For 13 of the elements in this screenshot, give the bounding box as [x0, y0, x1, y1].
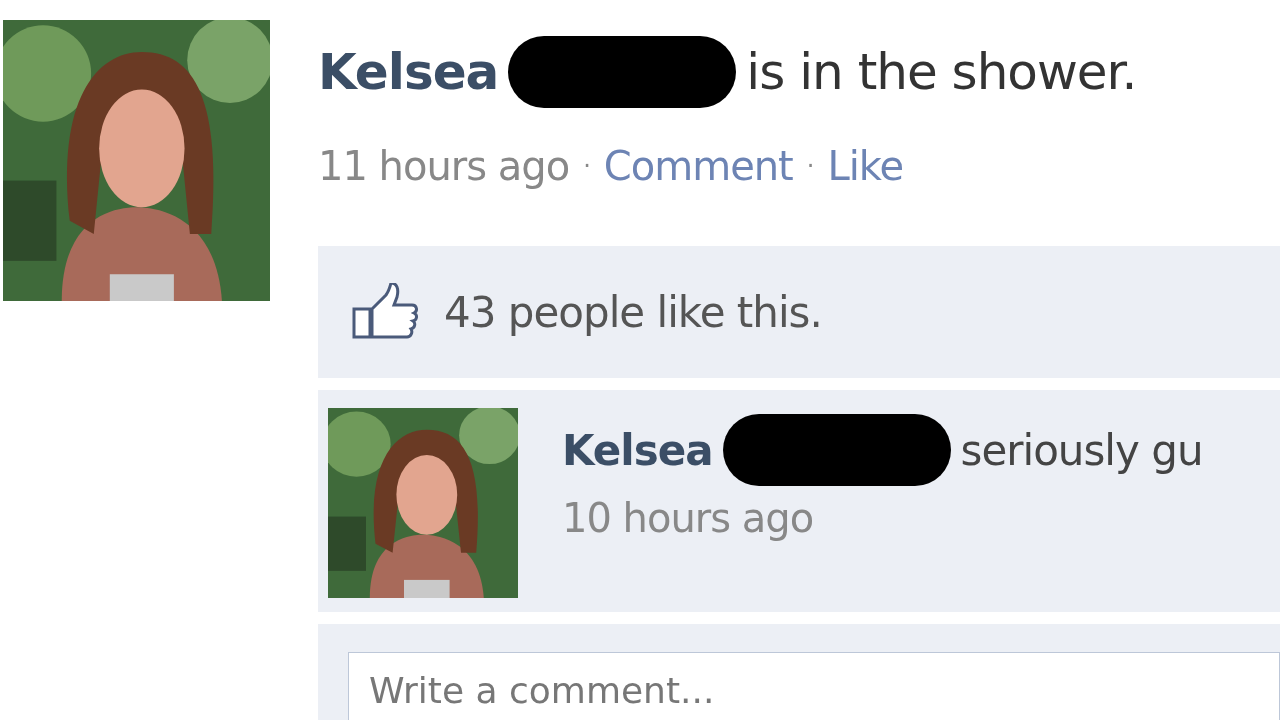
likes-count[interactable]: 43 people like this. — [444, 280, 822, 344]
thumbs-up-icon — [350, 283, 420, 341]
action-link[interactable]: Like — [827, 136, 904, 196]
author-name[interactable]: Kelsea — [562, 418, 713, 482]
timestamp: 10 hours ago — [562, 494, 815, 543]
author-name[interactable]: Kelsea — [318, 34, 499, 110]
timestamp: 11 hours ago — [318, 142, 570, 191]
action-link[interactable]: Comment — [603, 136, 793, 196]
separator: · — [583, 151, 590, 182]
comment-field[interactable]: Write a comment... — [348, 652, 1280, 720]
status-text: is in the shower. — [746, 41, 1137, 103]
comment-text: seriously gu — [960, 424, 1203, 477]
separator: · — [806, 151, 814, 182]
